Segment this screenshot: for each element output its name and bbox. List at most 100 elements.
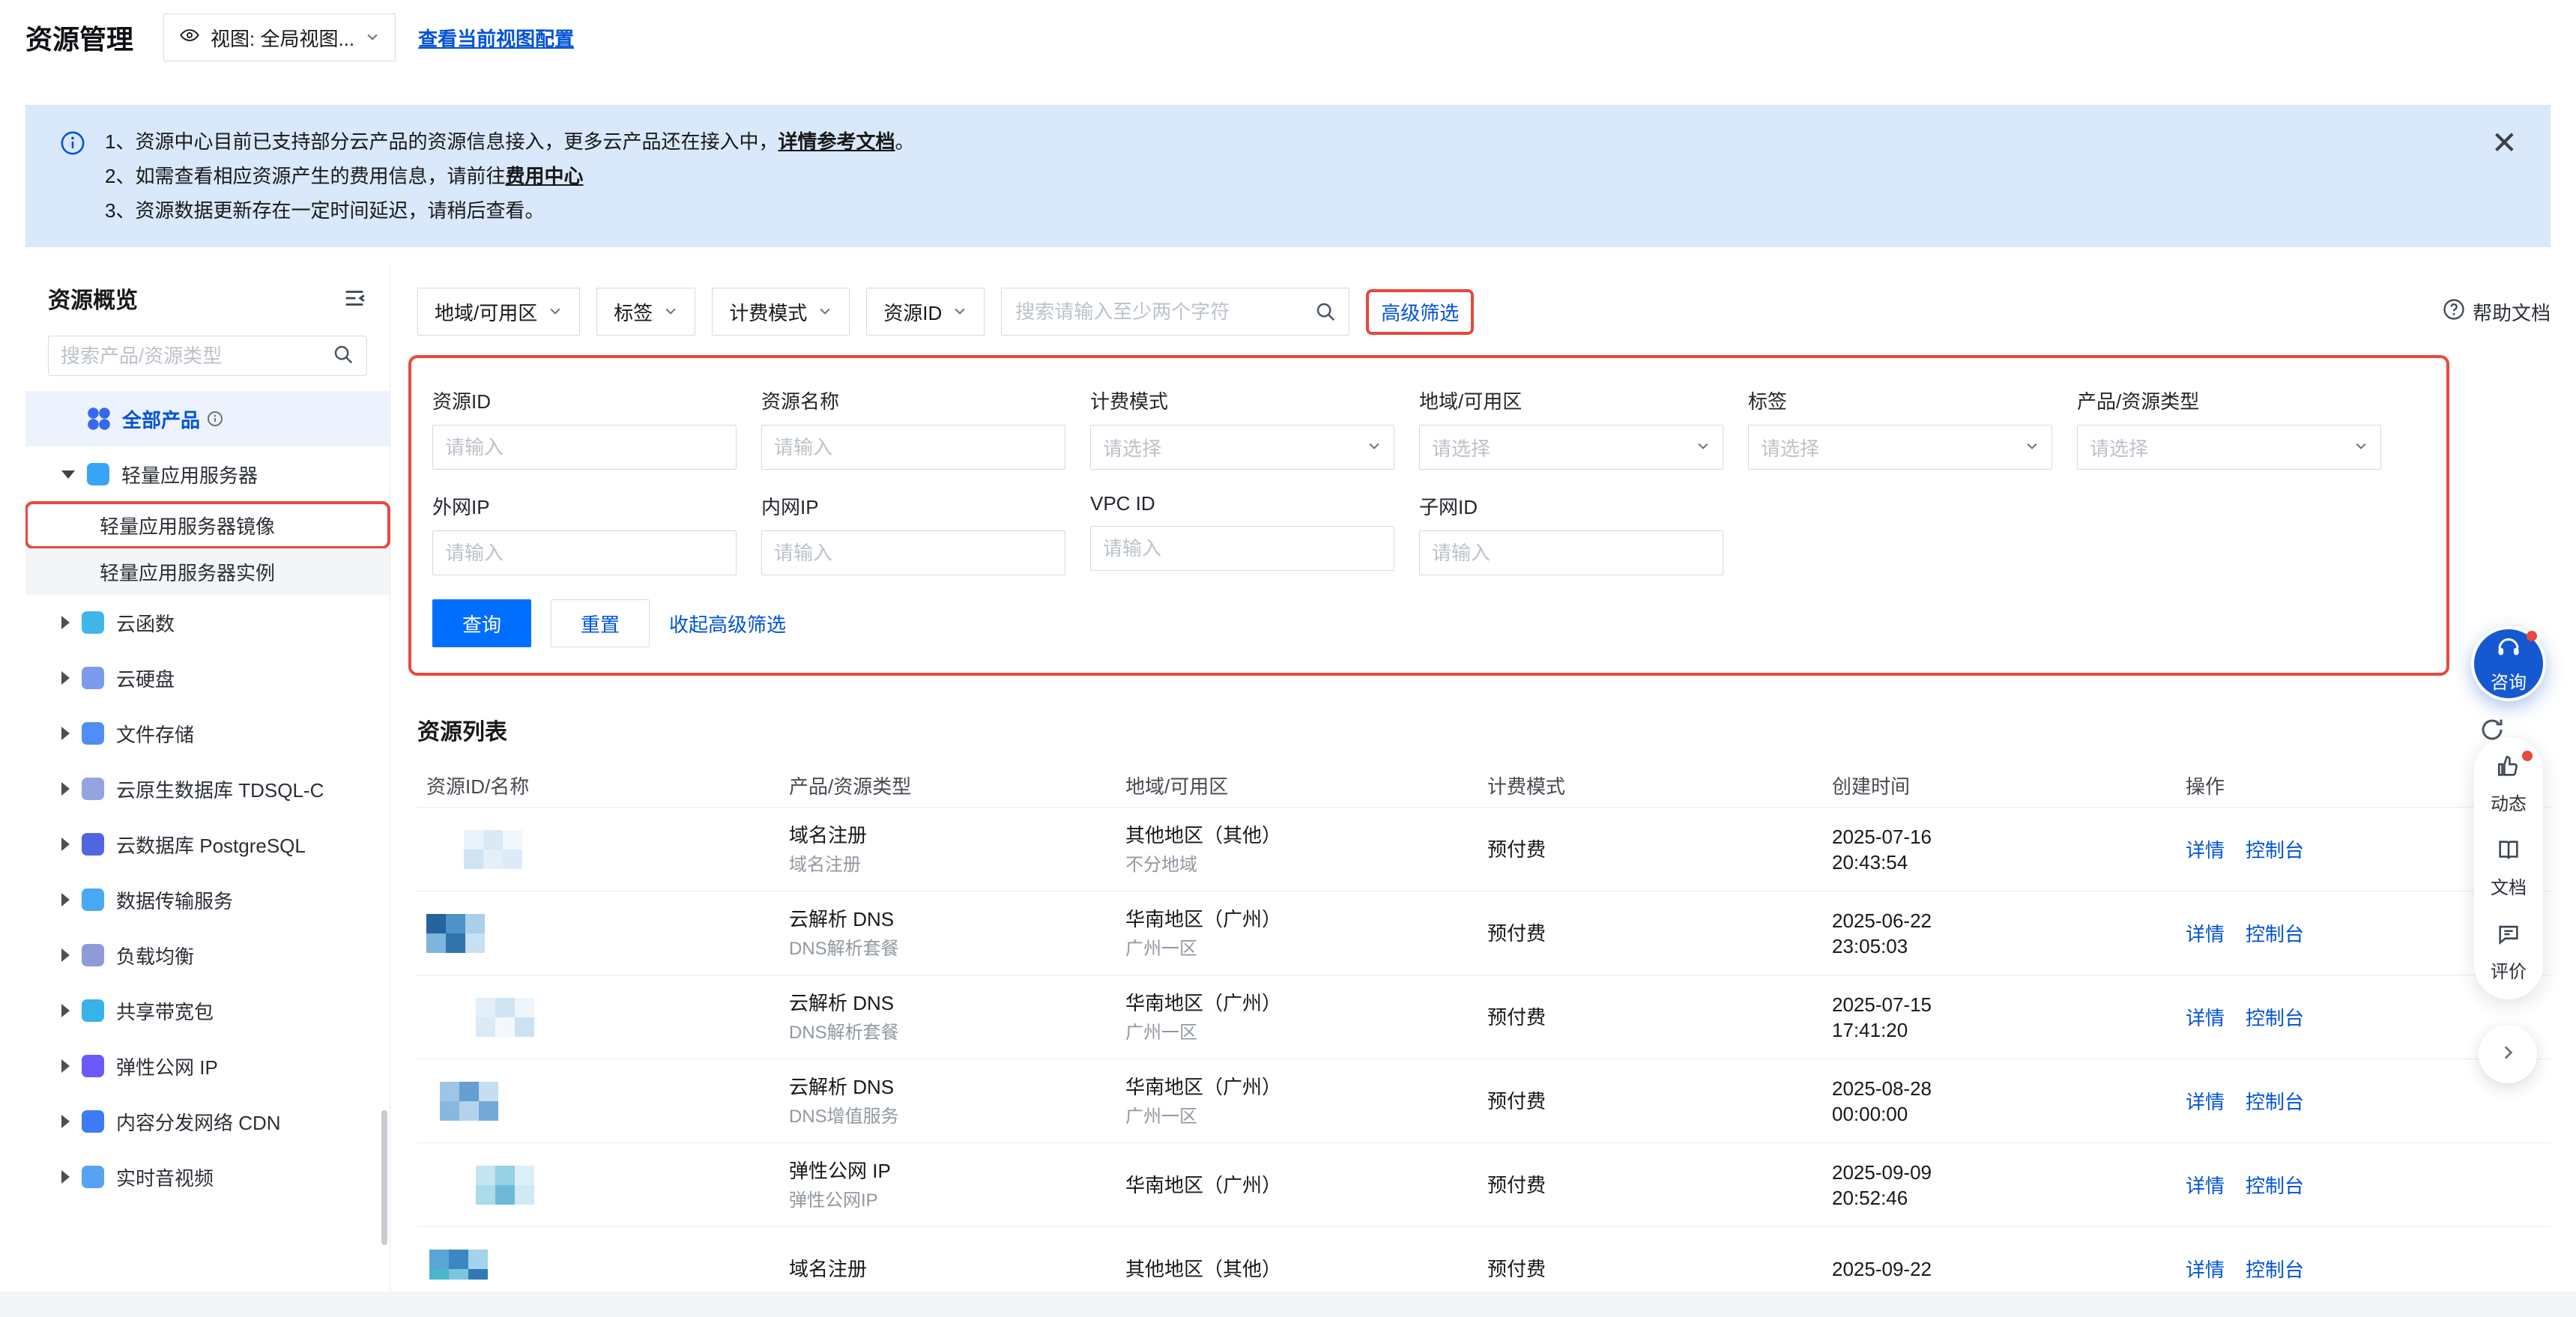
chevron-right-icon[interactable] bbox=[61, 893, 70, 906]
tag-select[interactable]: 请选择 bbox=[1748, 425, 2052, 470]
reset-button[interactable]: 重置 bbox=[551, 599, 650, 647]
chevron-right-icon[interactable] bbox=[61, 1170, 70, 1184]
resource-name-input[interactable] bbox=[774, 436, 1053, 459]
sidebar-search-input[interactable] bbox=[61, 345, 324, 368]
table-row[interactable]: 弹性公网 IP弹性公网IP华南地区（广州）预付费2025-09-0920:52:… bbox=[417, 1143, 2551, 1227]
all-products-icon bbox=[88, 408, 110, 430]
tag-filter[interactable]: 标签 bbox=[596, 288, 695, 336]
sidebar-item-product[interactable]: 共享带宽包 bbox=[25, 983, 390, 1038]
table-row[interactable]: 云解析 DNSDNS解析套餐华南地区（广州）广州一区预付费2025-06-222… bbox=[417, 891, 2551, 975]
product-resource-type-select[interactable]: 请选择 bbox=[2077, 425, 2381, 470]
sidebar-item-label: 轻量应用服务器 bbox=[121, 461, 258, 488]
sidebar-scrollbar[interactable] bbox=[381, 1110, 387, 1245]
resource-id-input[interactable] bbox=[445, 436, 724, 459]
activity-button[interactable]: 动态 bbox=[2491, 754, 2527, 815]
sidebar-item-product[interactable]: 全部产品 bbox=[25, 391, 390, 446]
main-panel: 地域/可用区标签计费模式资源ID 高级筛选 帮助文档 资源ID资源名称计费模式请… bbox=[390, 264, 2551, 1292]
close-icon[interactable]: ✕ bbox=[2491, 127, 2518, 159]
public-ip-input[interactable] bbox=[445, 542, 724, 565]
docs-button[interactable]: 文档 bbox=[2491, 838, 2527, 899]
sidebar-item-product[interactable]: 负载均衡 bbox=[25, 927, 390, 983]
console-link[interactable]: 控制台 bbox=[2246, 839, 2304, 862]
chevron-right-icon[interactable] bbox=[61, 838, 70, 851]
query-button[interactable]: 查询 bbox=[432, 599, 531, 647]
adv-field-label: 产品/资源类型 bbox=[2077, 387, 2381, 414]
search-icon[interactable] bbox=[332, 343, 354, 369]
view-selector-label: 视图: 全局视图... bbox=[211, 24, 354, 52]
console-link[interactable]: 控制台 bbox=[2246, 923, 2304, 945]
billing-center-link[interactable]: 费用中心 bbox=[505, 165, 583, 187]
sidebar-item-product[interactable]: 轻量应用服务器 bbox=[25, 446, 390, 502]
sidebar-item-product[interactable]: 内容分发网络 CDN bbox=[25, 1094, 390, 1149]
sidebar-item-sub[interactable]: 轻量应用服务器镜像 bbox=[25, 502, 390, 548]
collapse-advanced-filter-link[interactable]: 收起高级筛选 bbox=[669, 610, 786, 638]
sidebar-item-label: 云函数 bbox=[116, 609, 175, 637]
info-circle-icon bbox=[206, 410, 224, 428]
console-link[interactable]: 控制台 bbox=[2246, 1175, 2304, 1197]
region-zone-filter[interactable]: 地域/可用区 bbox=[417, 288, 580, 336]
column-header: 产品/资源类型 bbox=[789, 772, 1125, 799]
billing-mode-filter[interactable]: 计费模式 bbox=[712, 288, 850, 336]
chevron-right-icon[interactable] bbox=[61, 782, 70, 796]
feedback-button[interactable]: 评价 bbox=[2491, 921, 2527, 983]
created-time: 23:05:03 bbox=[1832, 933, 2186, 959]
sidebar-item-product[interactable]: 云原生数据库 TDSQL-C bbox=[25, 761, 390, 817]
chevron-right-icon[interactable] bbox=[61, 948, 70, 962]
chevron-down-icon bbox=[1367, 438, 1382, 457]
consult-button[interactable]: 咨询 bbox=[2471, 626, 2546, 701]
resource-search-input[interactable] bbox=[1002, 288, 1302, 335]
chevron-right-icon[interactable] bbox=[61, 1004, 70, 1017]
view-config-link[interactable]: 查看当前视图配置 bbox=[418, 24, 574, 52]
banner-line-1: 1、资源中心目前已支持部分云产品的资源信息接入，更多云产品还在接入中，详情参考文… bbox=[105, 124, 915, 159]
advanced-filter-link[interactable]: 高级筛选 bbox=[1381, 298, 1459, 326]
vpc-id-input[interactable] bbox=[1103, 537, 1382, 560]
sidebar-item-product[interactable]: 云硬盘 bbox=[25, 650, 390, 706]
search-icon[interactable] bbox=[1302, 288, 1349, 335]
table-row[interactable]: 域名注册域名注册其他地区（其他）不分地域预付费2025-07-1620:43:5… bbox=[417, 808, 2551, 891]
resource-id-cell bbox=[426, 830, 789, 869]
created-time: 17:41:20 bbox=[1832, 1017, 2186, 1043]
console-link[interactable]: 控制台 bbox=[2246, 1007, 2304, 1029]
product-cell-main: 弹性公网 IP bbox=[789, 1158, 1125, 1184]
view-selector[interactable]: 视图: 全局视图... bbox=[163, 13, 396, 61]
detail-link[interactable]: 详情 bbox=[2186, 1259, 2225, 1280]
chevron-right-icon[interactable] bbox=[61, 1059, 70, 1073]
chevron-right-icon[interactable] bbox=[61, 671, 70, 685]
chevron-right-icon[interactable] bbox=[61, 727, 70, 740]
detail-link[interactable]: 详情 bbox=[2186, 1091, 2225, 1113]
resource-id-cell bbox=[426, 998, 789, 1037]
sidebar-item-product[interactable]: 云数据库 PostgreSQL bbox=[25, 817, 390, 872]
adv-field-tag: 标签请选择 bbox=[1748, 387, 2052, 470]
table-row[interactable]: 云解析 DNSDNS解析套餐华南地区（广州）广州一区预付费2025-07-151… bbox=[417, 975, 2551, 1059]
table-row[interactable]: 域名注册其他地区（其他）预付费2025-09-22详情控制台 bbox=[417, 1227, 2551, 1280]
sidebar-item-product[interactable]: 实时音视频 bbox=[25, 1149, 390, 1205]
billing-mode-select[interactable]: 请选择 bbox=[1090, 425, 1394, 470]
resource-id-filter[interactable]: 资源ID bbox=[866, 288, 985, 336]
product-cell-sub: 弹性公网IP bbox=[789, 1190, 1125, 1212]
private-ip-input[interactable] bbox=[774, 542, 1053, 565]
region-cell: 华南地区（广州）广州一区 bbox=[1125, 906, 1487, 960]
subnet-id-input[interactable] bbox=[1432, 542, 1711, 565]
chevron-right-icon[interactable] bbox=[61, 1115, 70, 1128]
chevron-right-icon[interactable] bbox=[61, 616, 70, 629]
sidebar-item-product[interactable]: 数据传输服务 bbox=[25, 872, 390, 927]
detail-link[interactable]: 详情 bbox=[2186, 839, 2225, 862]
detail-link[interactable]: 详情 bbox=[2186, 1175, 2225, 1197]
detail-link[interactable]: 详情 bbox=[2186, 923, 2225, 945]
sidebar-item-product[interactable]: 云函数 bbox=[25, 595, 390, 650]
table-row[interactable]: 云解析 DNSDNS增值服务华南地区（广州）广州一区预付费2025-08-280… bbox=[417, 1059, 2551, 1143]
sidebar-item-sub[interactable]: 轻量应用服务器实例 bbox=[25, 548, 390, 595]
help-doc-link[interactable]: 帮助文档 bbox=[2443, 298, 2551, 326]
console-link[interactable]: 控制台 bbox=[2246, 1091, 2304, 1113]
detail-link[interactable]: 详情 bbox=[2186, 1007, 2225, 1029]
region-zone-select[interactable]: 请选择 bbox=[1419, 425, 1723, 470]
sidebar-item-product[interactable]: 弹性公网 IP bbox=[25, 1038, 390, 1094]
product-cell-main: 域名注册 bbox=[789, 1256, 1125, 1280]
sidebar-item-product[interactable]: 文件存储 bbox=[25, 706, 390, 761]
chevron-down-icon[interactable] bbox=[61, 470, 75, 479]
collapse-panel-icon[interactable] bbox=[342, 285, 367, 311]
console-link[interactable]: 控制台 bbox=[2246, 1259, 2304, 1280]
doc-reference-link[interactable]: 详情参考文档 bbox=[778, 130, 895, 153]
toolbar-expand-button[interactable] bbox=[2479, 1025, 2537, 1083]
adv-field-resource-id: 资源ID bbox=[432, 387, 737, 470]
